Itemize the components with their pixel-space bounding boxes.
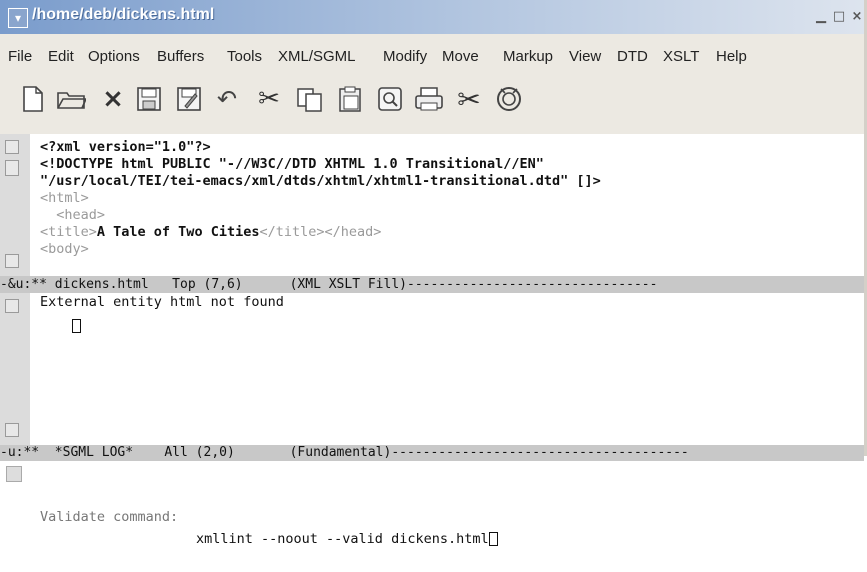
mode-line-editor[interactable]: -&u:** dickens.html Top (7,6) (XML XSLT … <box>0 276 864 293</box>
menu-options[interactable]: Options <box>88 48 140 65</box>
copy-icon[interactable] <box>295 84 325 114</box>
mode-line-log[interactable]: -u:** *SGML LOG* All (2,0) (Fundamental)… <box>0 445 864 461</box>
menu-buffers[interactable]: Buffers <box>157 48 204 65</box>
log-buffer[interactable] <box>30 293 864 445</box>
scroll-up-icon[interactable] <box>5 140 19 154</box>
menu-tools[interactable]: Tools <box>227 48 262 65</box>
title-content: A Tale of Two Cities <box>96 224 260 240</box>
log-fringe[interactable] <box>0 293 30 445</box>
print-icon[interactable] <box>414 84 444 114</box>
log-message: External entity html not found <box>40 294 284 310</box>
code-line: <!DOCTYPE html PUBLIC "-//W3C//DTD XHTML… <box>40 156 544 172</box>
toolbar: × ↶ ✂ ✂ <box>0 78 864 124</box>
title-open-tag: <title> <box>40 224 97 240</box>
help-icon[interactable] <box>494 84 524 114</box>
scroll-down-icon[interactable] <box>5 254 19 268</box>
scrollbar-thumb[interactable] <box>5 160 19 176</box>
minibuffer-cursor <box>488 532 498 546</box>
paste-icon[interactable] <box>335 84 365 114</box>
emacs-window: ▾ /home/deb/dickens.html ▁ □ × File Edit… <box>0 0 867 547</box>
menu-xslt[interactable]: XSLT <box>663 48 699 65</box>
code-line: <?xml version="1.0"?> <box>40 139 211 155</box>
save-icon[interactable] <box>134 84 164 114</box>
minibuffer-fringe-icon <box>6 466 22 482</box>
title-bar[interactable]: ▾ /home/deb/dickens.html ▁ □ × <box>0 0 864 34</box>
menu-xml-sgml[interactable]: XML/SGML <box>278 48 356 65</box>
close-buffer-icon[interactable]: × <box>98 84 128 114</box>
title-close-tag: </title></head> <box>259 224 382 240</box>
customize-icon[interactable]: ✂ <box>454 83 484 116</box>
minibuffer-prompt: Validate command: <box>40 509 179 525</box>
scroll-down-icon[interactable] <box>5 423 19 437</box>
menu-help[interactable]: Help <box>716 48 747 65</box>
editor-fringe[interactable] <box>0 134 30 276</box>
code-line: <head> <box>40 207 106 223</box>
menu-markup[interactable]: Markup <box>503 48 553 65</box>
code-line: "/usr/local/TEI/tei-emacs/xml/dtds/xhtml… <box>40 173 601 189</box>
close-icon[interactable]: × <box>850 10 864 24</box>
open-folder-icon[interactable] <box>56 84 86 114</box>
minibuffer-input[interactable]: xmllint --noout --valid dickens.html <box>196 528 498 550</box>
cursor <box>72 315 81 334</box>
minibuffer-value: xmllint --noout --valid dickens.html <box>196 531 489 547</box>
window-title: /home/deb/dickens.html <box>32 6 215 23</box>
cut-icon[interactable]: ✂ <box>254 84 284 114</box>
search-icon[interactable] <box>375 84 405 114</box>
minimize-icon[interactable]: ▁ <box>814 10 828 24</box>
new-file-icon[interactable] <box>18 84 48 114</box>
menu-file[interactable]: File <box>8 48 32 65</box>
menu-dtd[interactable]: DTD <box>617 48 648 65</box>
save-as-icon[interactable] <box>174 84 204 114</box>
minibuffer[interactable]: Validate command: xmllint --noout --vali… <box>0 462 864 547</box>
menu-move[interactable]: Move <box>442 48 479 65</box>
undo-icon[interactable]: ↶ <box>212 84 242 114</box>
code-line: <body> <box>40 241 89 257</box>
menu-edit[interactable]: Edit <box>48 48 74 65</box>
menu-view[interactable]: View <box>569 48 601 65</box>
maximize-icon[interactable]: □ <box>832 10 846 24</box>
menu-modify[interactable]: Modify <box>383 48 427 65</box>
menu-bar: File Edit Options Buffers Tools XML/SGML… <box>0 42 864 70</box>
chevron-down-icon[interactable]: ▾ <box>8 8 28 28</box>
code-line: <html> <box>40 190 89 206</box>
scroll-up-icon[interactable] <box>5 299 19 313</box>
code-line-title: <title>A Tale of Two Cities</title></hea… <box>40 224 381 240</box>
